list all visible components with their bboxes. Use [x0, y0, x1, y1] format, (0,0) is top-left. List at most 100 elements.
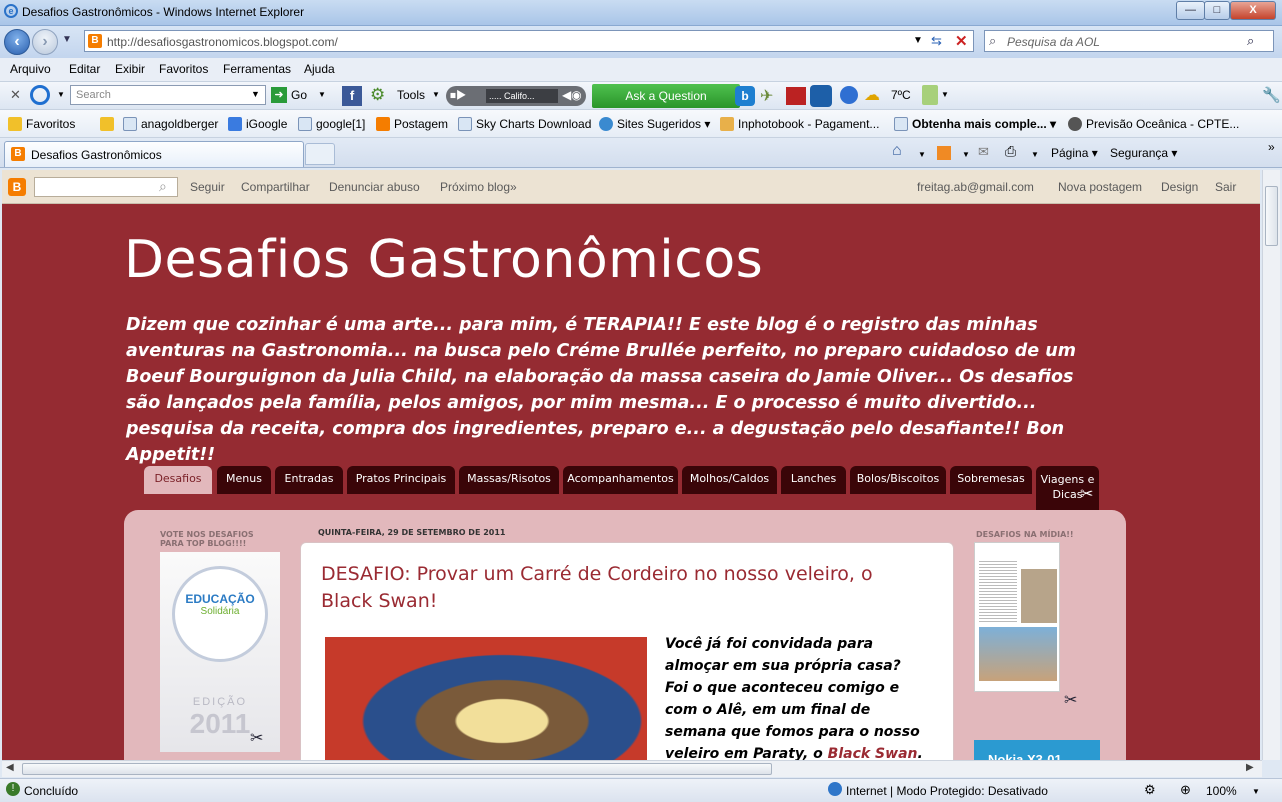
url-dropdown-icon[interactable]: ▼: [913, 35, 923, 46]
print-icon[interactable]: ⎙: [1005, 143, 1016, 160]
tab-massas-risotos[interactable]: Massas/Risotos: [459, 466, 559, 494]
volume-icon[interactable]: ◀◉: [562, 88, 582, 102]
home-dropdown-icon[interactable]: ▼: [918, 150, 926, 159]
nokia-ad[interactable]: Nokia X3-01: [974, 740, 1100, 760]
more-commands-icon[interactable]: »: [1268, 140, 1275, 154]
fav-link-google1[interactable]: google[1]: [298, 117, 365, 131]
recycle-dropdown-icon[interactable]: ▼: [941, 90, 949, 99]
tab-sobremesas[interactable]: Sobremesas: [950, 466, 1032, 494]
favorites-button[interactable]: Favoritos: [8, 117, 75, 131]
wrench-settings-icon[interactable]: 🔧: [1262, 86, 1281, 104]
toolbar-logo-dropdown-icon[interactable]: ▼: [57, 90, 65, 99]
vertical-scroll-thumb[interactable]: [1265, 186, 1278, 246]
close-window-button[interactable]: X: [1230, 1, 1276, 20]
horizontal-scrollbar[interactable]: ◀ ▶: [2, 760, 1262, 777]
menu-ajuda[interactable]: Ajuda: [304, 62, 335, 76]
new-tab-button[interactable]: [305, 143, 335, 165]
scroll-right-arrow-icon[interactable]: ▶: [1246, 762, 1254, 773]
privacy-icon[interactable]: ⚙: [1144, 782, 1156, 798]
go-arrow-icon[interactable]: ➜: [271, 87, 287, 103]
history-dropdown-icon[interactable]: ▼: [62, 34, 72, 45]
fav-link-previsao[interactable]: Previsão Oceânica - CPTE...: [1068, 117, 1239, 131]
close-toolbar-icon[interactable]: ✕: [10, 87, 21, 103]
temperature[interactable]: 7ºC: [891, 88, 911, 102]
media-icon[interactable]: [810, 85, 832, 107]
menu-favoritos[interactable]: Favoritos: [159, 62, 208, 76]
refresh-icon[interactable]: ⇆: [931, 33, 942, 49]
post-food-image[interactable]: [325, 637, 647, 760]
edit-widget-wrench-icon[interactable]: ✂: [250, 728, 263, 748]
magazine-clipping-image[interactable]: [974, 542, 1060, 692]
zoom-icon[interactable]: ⊕: [1180, 782, 1191, 798]
aol-search-input[interactable]: ⌕ Pesquisa da AOL ⌕: [984, 30, 1274, 52]
home-icon[interactable]: ⌂: [892, 142, 902, 160]
blog-title[interactable]: Desafios Gastronômicos: [124, 230, 763, 290]
zoom-dropdown-icon[interactable]: ▼: [1252, 787, 1260, 796]
blogger-logo-icon[interactable]: B: [8, 178, 26, 196]
fav-sites-sugeridos[interactable]: Sites Sugeridos ▾: [599, 117, 710, 131]
tools-dropdown-icon[interactable]: ▼: [432, 90, 440, 99]
go-dropdown-icon[interactable]: ▼: [318, 90, 326, 99]
new-post-link[interactable]: Nova postagem: [1058, 180, 1142, 194]
print-dropdown-icon[interactable]: ▼: [1031, 150, 1039, 159]
tab-bolos-biscoitos[interactable]: Bolos/Biscoitos: [850, 466, 946, 494]
back-button[interactable]: ‹: [4, 29, 30, 55]
fav-link-igoogle[interactable]: iGoogle: [228, 117, 287, 131]
rss-dropdown-icon[interactable]: ▼: [962, 150, 970, 159]
minimize-button[interactable]: —: [1176, 1, 1205, 20]
fav-link-inphotobook[interactable]: Inphotobook - Pagament...: [720, 117, 879, 131]
tab-entradas[interactable]: Entradas: [275, 466, 343, 494]
next-blog-link[interactable]: Próximo blog»: [440, 180, 517, 194]
design-link[interactable]: Design: [1161, 180, 1198, 194]
recycle-addon-icon[interactable]: [922, 85, 938, 105]
zoom-level[interactable]: 100%: [1206, 784, 1237, 798]
rss-feed-icon[interactable]: [937, 146, 951, 160]
fav-link-anagoldberger[interactable]: anagoldberger: [123, 117, 218, 131]
security-menu[interactable]: Segurança ▾: [1110, 146, 1177, 160]
follow-link[interactable]: Seguir: [190, 180, 225, 194]
radio-player[interactable]: ⏹▶ ..... Califo... ◀◉: [446, 86, 586, 106]
search-icon[interactable]: ⌕: [159, 178, 167, 195]
stop-play-icon[interactable]: ⏹▶: [450, 88, 467, 103]
mail-icon[interactable]: ✉: [978, 144, 989, 160]
tab-desafios[interactable]: Desafios: [144, 466, 212, 494]
toolbar-logo-icon[interactable]: [30, 85, 50, 105]
tools-gear-icon[interactable]: ⚙: [370, 85, 385, 105]
weather-sun-icon[interactable]: ☁: [864, 85, 880, 105]
tab-molhos-caldos[interactable]: Molhos/Caldos: [682, 466, 777, 494]
maximize-button[interactable]: □: [1204, 1, 1230, 20]
tab-menus[interactable]: Menus: [217, 466, 271, 494]
share-link[interactable]: Compartilhar: [241, 180, 310, 194]
educacao-solidaria-badge[interactable]: EDUCAÇÃO Solidária EDIÇÃO 2011 ✂: [160, 552, 280, 752]
sign-out-link[interactable]: Sair: [1215, 180, 1236, 194]
black-swan-link[interactable]: Black Swan: [828, 746, 918, 760]
go-button[interactable]: Go: [291, 88, 307, 102]
fav-obtenha-mais[interactable]: Obtenha mais comple... ▾: [894, 117, 1056, 131]
b-addon-icon[interactable]: b: [735, 86, 755, 106]
tab-desafios[interactable]: B Desafios Gastronômicos: [4, 141, 304, 167]
fav-link-postagem[interactable]: Postagem: [376, 117, 448, 131]
tab-lanches[interactable]: Lanches: [781, 466, 846, 494]
menu-arquivo[interactable]: Arquivo: [10, 62, 51, 76]
globe-addon-icon[interactable]: [840, 86, 858, 104]
stop-icon[interactable]: ✕: [955, 32, 968, 50]
blog-search-input[interactable]: ⌕: [34, 177, 178, 197]
add-favorite-icon[interactable]: [100, 117, 118, 131]
ask-question-button[interactable]: Ask a Question: [592, 84, 740, 108]
toolbar-search-dropdown-icon[interactable]: ▼: [251, 89, 260, 99]
post-title[interactable]: DESAFIO: Provar um Carré de Cordeiro no …: [321, 561, 921, 615]
edit-media-wrench-icon[interactable]: ✂: [1064, 690, 1077, 710]
edit-tabs-wrench-icon[interactable]: ✂: [1080, 484, 1093, 504]
facebook-icon[interactable]: f: [342, 86, 362, 106]
forward-button[interactable]: ›: [32, 29, 58, 55]
toolbar-search-input[interactable]: Search ▼: [70, 85, 266, 105]
tab-pratos-principais[interactable]: Pratos Principais: [347, 466, 455, 494]
url-input[interactable]: B http://desafiosgastronomicos.blogspot.…: [84, 30, 974, 52]
menu-ferramentas[interactable]: Ferramentas: [223, 62, 291, 76]
paper-plane-icon[interactable]: ✈: [760, 86, 773, 106]
menu-editar[interactable]: Editar: [69, 62, 100, 76]
page-menu[interactable]: Página ▾: [1051, 146, 1098, 160]
vertical-scrollbar[interactable]: [1262, 170, 1280, 760]
tools-button[interactable]: Tools: [397, 88, 425, 102]
report-abuse-link[interactable]: Denunciar abuso: [329, 180, 420, 194]
